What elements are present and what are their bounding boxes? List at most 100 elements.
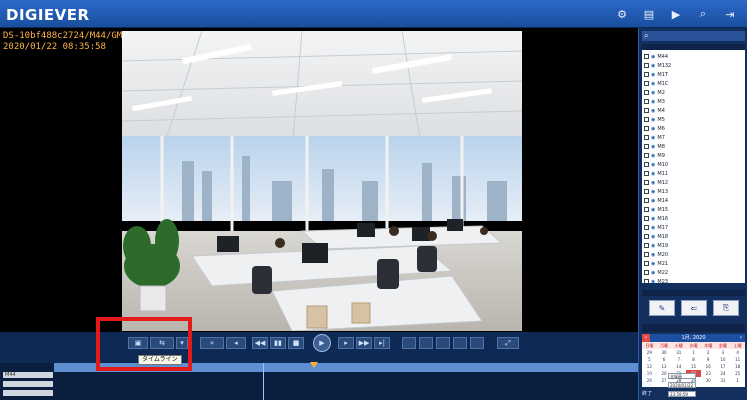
camera-checkbox[interactable] bbox=[644, 279, 649, 283]
camera-tree-item[interactable]: ◉ M20 bbox=[644, 250, 668, 259]
camera-checkbox[interactable] bbox=[644, 225, 649, 230]
camera-checkbox[interactable] bbox=[644, 189, 649, 194]
chevron-right-icon[interactable]: › bbox=[737, 334, 745, 342]
camera-tree-item[interactable]: ◉ M11 bbox=[644, 169, 668, 178]
pause-button[interactable]: ▮▮ bbox=[270, 337, 286, 349]
calendar-day[interactable]: 18 bbox=[730, 363, 745, 370]
settings-icon[interactable]: ⚙ bbox=[613, 5, 631, 23]
camera-checkbox[interactable] bbox=[644, 54, 649, 59]
calendar-day[interactable]: 1 bbox=[686, 349, 701, 356]
timeline-toggle-button[interactable]: ⇆ bbox=[150, 337, 174, 349]
camera-checkbox[interactable] bbox=[644, 207, 649, 212]
camera-checkbox[interactable] bbox=[644, 252, 649, 257]
calendar-day[interactable]: 30 bbox=[657, 349, 672, 356]
calendar-day[interactable]: 15 bbox=[686, 363, 701, 370]
camera-checkbox[interactable] bbox=[644, 153, 649, 158]
playback-icon[interactable]: ▶ bbox=[667, 5, 685, 23]
calendar-day[interactable]: 4 bbox=[730, 349, 745, 356]
camera-checkbox[interactable] bbox=[644, 270, 649, 275]
calendar-day[interactable]: 3 bbox=[716, 349, 731, 356]
tool-button-2[interactable]: ⇐ bbox=[681, 300, 707, 316]
camera-tree-item[interactable]: ◉ M18 bbox=[644, 232, 668, 241]
calendar-day[interactable]: 12 bbox=[642, 363, 657, 370]
calendar-day[interactable]: 10 bbox=[716, 356, 731, 363]
timeline-cursor[interactable] bbox=[263, 363, 264, 400]
slow-button[interactable]: « bbox=[200, 337, 224, 349]
camera-tree-item[interactable]: ◉ M1T bbox=[644, 70, 668, 79]
camera-tree-item[interactable]: ◉ M132 bbox=[644, 61, 671, 70]
camera-checkbox[interactable] bbox=[644, 72, 649, 77]
camera-tree-item[interactable]: ◉ M7 bbox=[644, 133, 665, 142]
search-icon[interactable]: ⌕ bbox=[694, 5, 712, 23]
calendar-day[interactable]: 6 bbox=[657, 356, 672, 363]
play-button[interactable]: ▶ bbox=[313, 334, 331, 352]
camera-tree-item[interactable]: ◉ M19 bbox=[644, 241, 668, 250]
fullscreen-button[interactable]: ⤢ bbox=[497, 337, 519, 349]
export-button[interactable]: ▾ bbox=[176, 337, 188, 349]
camera-tree-item[interactable]: ◉ M2 bbox=[644, 88, 665, 97]
camera-checkbox[interactable] bbox=[644, 90, 649, 95]
rewind-button[interactable]: ◀◀ bbox=[252, 337, 268, 349]
calendar-day[interactable]: 29 bbox=[642, 349, 657, 356]
video-viewport[interactable]: DS-10bf488c2724/M44/GMT+9 2020/01/22 08:… bbox=[0, 28, 638, 332]
calendar-day[interactable]: 7 bbox=[671, 356, 686, 363]
start-date-field[interactable]: 2020/01/22 bbox=[668, 381, 696, 388]
camera-tree-item[interactable]: ◉ M12 bbox=[644, 178, 668, 187]
camera-checkbox[interactable] bbox=[644, 216, 649, 221]
camera-checkbox[interactable] bbox=[644, 135, 649, 140]
layout-4-button[interactable] bbox=[419, 337, 433, 349]
camera-search-input[interactable]: ⌕ bbox=[642, 31, 745, 41]
camera-tree-item[interactable]: ◉ M44 bbox=[644, 52, 668, 61]
camera-checkbox[interactable] bbox=[644, 108, 649, 113]
calendar-day[interactable]: 14 bbox=[671, 363, 686, 370]
camera-tree-item[interactable]: ◉ M13 bbox=[644, 187, 668, 196]
stop-button[interactable]: ■ bbox=[288, 337, 304, 349]
camera-tree-item[interactable]: ◉ M5 bbox=[644, 115, 665, 124]
camera-checkbox[interactable] bbox=[644, 117, 649, 122]
camera-tree-item[interactable]: ◉ M15 bbox=[644, 205, 668, 214]
camera-tree-item[interactable]: ◉ M23 bbox=[644, 277, 668, 283]
camera-checkbox[interactable] bbox=[644, 198, 649, 203]
camera-tree-item[interactable]: ◉ M8 bbox=[644, 142, 665, 151]
calendar-day[interactable]: 16 bbox=[701, 363, 716, 370]
layout-25-button[interactable] bbox=[470, 337, 484, 349]
tool-button-1[interactable]: ✎ bbox=[649, 300, 675, 316]
camera-tree-item[interactable]: ◉ M14 bbox=[644, 196, 668, 205]
camera-checkbox[interactable] bbox=[644, 144, 649, 149]
type-select[interactable]: 全録画 bbox=[668, 372, 696, 379]
camera-checkbox[interactable] bbox=[644, 171, 649, 176]
fast-forward-button[interactable]: ▶▶ bbox=[356, 337, 372, 349]
camera-tree-item[interactable]: ◉ M21 bbox=[644, 259, 668, 268]
snapshot-button[interactable]: ▣ bbox=[128, 337, 148, 349]
tool-button-3[interactable]: ⎘ bbox=[713, 300, 739, 316]
calendar-day[interactable]: 13 bbox=[657, 363, 672, 370]
step-back-button[interactable]: ◂ bbox=[226, 337, 246, 349]
camera-tree-item[interactable]: ◉ M22 bbox=[644, 268, 668, 277]
timeline[interactable]: M44 bbox=[0, 354, 638, 400]
camera-tree-item[interactable]: ◉ M10 bbox=[644, 160, 668, 169]
calendar-day[interactable]: 8 bbox=[686, 356, 701, 363]
calendar-day[interactable]: 9 bbox=[701, 356, 716, 363]
camera-tree-item[interactable]: ◉ M6 bbox=[644, 124, 665, 133]
calendar-day[interactable]: 31 bbox=[671, 349, 686, 356]
timeline-marker[interactable] bbox=[310, 362, 318, 368]
calendar-day[interactable]: 5 bbox=[642, 356, 657, 363]
camera-tree-item[interactable]: ◉ M16 bbox=[644, 214, 668, 223]
camera-checkbox[interactable] bbox=[644, 99, 649, 104]
step-forward-button[interactable]: ▸ bbox=[338, 337, 354, 349]
camera-tree-item[interactable]: ◉ M1C bbox=[644, 79, 668, 88]
logout-icon[interactable]: ⇥ bbox=[721, 5, 739, 23]
calendar-day[interactable]: 17 bbox=[716, 363, 731, 370]
camera-checkbox[interactable] bbox=[644, 243, 649, 248]
layout-16-button[interactable] bbox=[453, 337, 467, 349]
camera-checkbox[interactable] bbox=[644, 180, 649, 185]
camera-tree-item[interactable]: ◉ M17 bbox=[644, 223, 668, 232]
camera-tree-item[interactable]: ◉ M9 bbox=[644, 151, 665, 160]
camera-checkbox[interactable] bbox=[644, 126, 649, 131]
camera-checkbox[interactable] bbox=[644, 81, 649, 86]
end-time-field[interactable]: 23:59:59 bbox=[668, 390, 696, 397]
layout-icon[interactable]: ▤ bbox=[640, 5, 658, 23]
calendar-day[interactable]: 11 bbox=[730, 356, 745, 363]
layout-1-button[interactable] bbox=[402, 337, 416, 349]
camera-checkbox[interactable] bbox=[644, 234, 649, 239]
